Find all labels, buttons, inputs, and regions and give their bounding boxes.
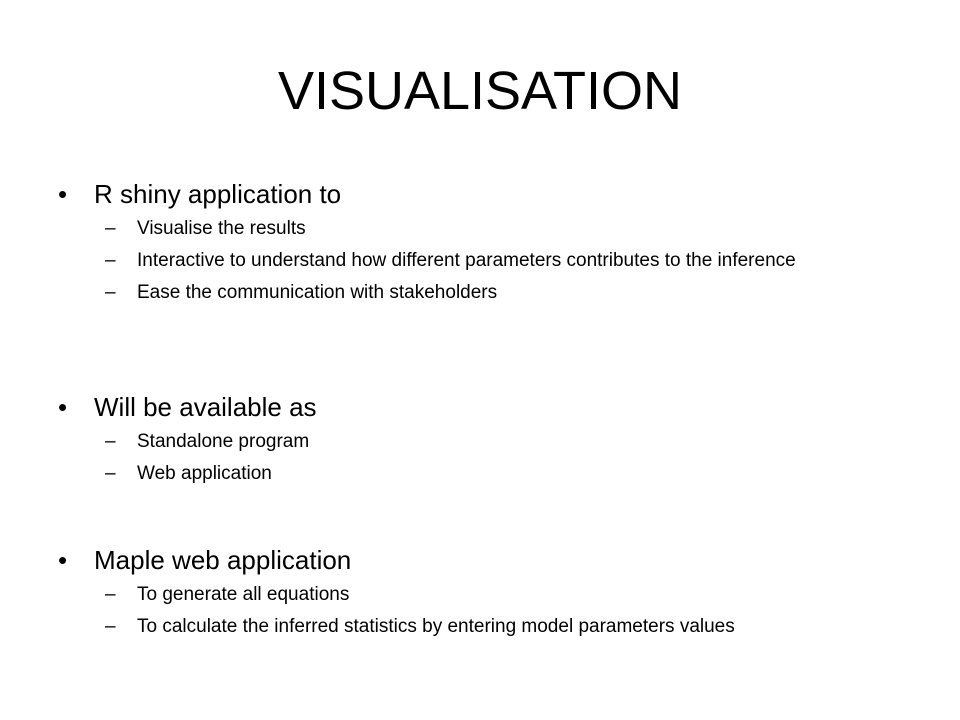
sub-item: – Standalone program xyxy=(58,430,908,454)
bullet-line: • R shiny application to xyxy=(58,179,908,209)
sub-item: – Ease the communication with stakeholde… xyxy=(58,281,908,305)
sub-item: – Interactive to understand how differen… xyxy=(58,249,908,273)
bullet-line: • Maple web application xyxy=(58,545,908,575)
sub-list: – Standalone program – Web application xyxy=(58,430,908,486)
sub-marker: – xyxy=(105,218,116,239)
bullet-maple: • Maple web application – To generate al… xyxy=(58,545,908,639)
bullet-marker: • xyxy=(58,392,68,422)
sub-marker: – xyxy=(105,584,116,605)
sub-item-text: Interactive to understand how different … xyxy=(137,250,796,271)
slide-title: VISUALISATION xyxy=(277,61,683,121)
sub-item-text: Visualise the results xyxy=(137,218,306,239)
sub-marker: – xyxy=(105,431,116,452)
sub-item-text: Ease the communication with stakeholders xyxy=(137,282,498,303)
sub-list: – To generate all equations – To calcula… xyxy=(58,583,908,639)
bullet-text: Maple web application xyxy=(94,545,352,575)
sub-marker: – xyxy=(105,250,116,271)
sub-item-text: To generate all equations xyxy=(137,584,350,605)
sub-item-text: Web application xyxy=(137,463,272,484)
sub-item: – To calculate the inferred statistics b… xyxy=(58,615,908,639)
bullet-text: Will be available as xyxy=(94,392,317,422)
bullet-text: R shiny application to xyxy=(94,179,342,209)
sub-item: – Web application xyxy=(58,462,908,486)
sub-marker: – xyxy=(105,463,116,484)
bullet-marker: • xyxy=(58,179,68,209)
sub-item: – To generate all equations xyxy=(58,583,908,607)
bullet-r-shiny: • R shiny application to – Visualise the… xyxy=(58,179,908,305)
sub-item: – Visualise the results xyxy=(58,217,908,241)
bullet-availability: • Will be available as – Standalone prog… xyxy=(58,392,908,486)
slide: VISUALISATION • R shiny application to –… xyxy=(0,0,960,720)
bullet-line: • Will be available as xyxy=(58,392,908,422)
sub-item-text: Standalone program xyxy=(137,431,310,452)
sub-item-text: To calculate the inferred statistics by … xyxy=(137,616,735,637)
sub-marker: – xyxy=(105,282,116,303)
sub-list: – Visualise the results – Interactive to… xyxy=(58,217,908,305)
sub-marker: – xyxy=(105,616,116,637)
bullet-marker: • xyxy=(58,545,68,575)
